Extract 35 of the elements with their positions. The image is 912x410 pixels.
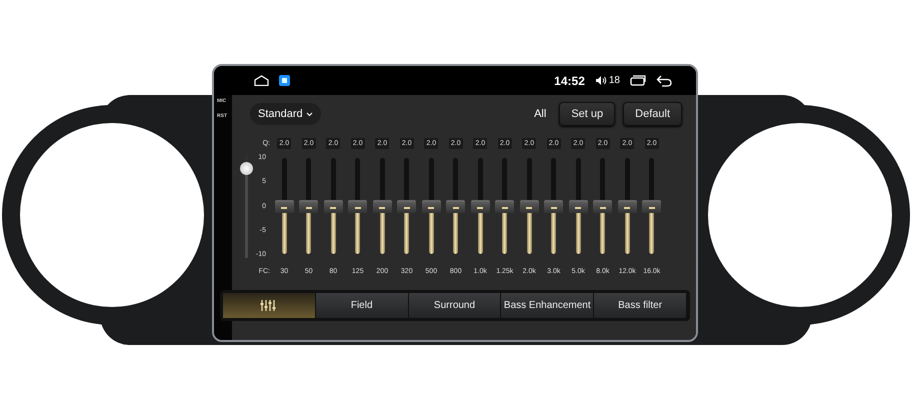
equalizer-icon — [260, 299, 278, 312]
slider-thumb[interactable] — [324, 200, 343, 213]
slider-thumb[interactable] — [618, 200, 637, 213]
tab[interactable]: Surround — [408, 293, 502, 318]
slider-thumb[interactable] — [520, 200, 539, 213]
slider-thumb[interactable] — [642, 200, 662, 213]
slider-thumb[interactable] — [422, 200, 441, 213]
slider-thumb[interactable] — [299, 200, 318, 213]
slider-thumb[interactable] — [274, 200, 294, 213]
slider-thumb[interactable] — [372, 200, 392, 213]
all-label[interactable]: All — [534, 108, 546, 120]
speaker-icon — [594, 75, 607, 86]
slider-thumb[interactable] — [470, 200, 490, 213]
tab[interactable]: Bass filter — [594, 293, 687, 318]
home-icon[interactable] — [254, 75, 269, 86]
slider-thumb[interactable] — [446, 200, 466, 213]
slider-thumb[interactable] — [348, 200, 368, 213]
preset-dropdown[interactable]: Standard — [250, 103, 321, 125]
slider-thumb[interactable] — [495, 200, 514, 213]
equalizer-tab[interactable] — [223, 293, 316, 318]
master-slider-handle[interactable] — [240, 162, 253, 176]
default-button[interactable]: Default — [623, 102, 682, 126]
slider-thumb[interactable] — [544, 200, 564, 213]
app-icon[interactable] — [279, 75, 290, 86]
volume-level: 18 — [608, 75, 620, 86]
tab[interactable]: Field — [316, 293, 409, 318]
recent-apps-icon[interactable] — [630, 75, 646, 86]
slider-thumb[interactable] — [397, 200, 416, 213]
clock-time: 14:52 — [554, 74, 585, 88]
chevron-down-icon — [306, 112, 313, 116]
setup-button[interactable]: Set up — [559, 102, 616, 126]
back-icon[interactable] — [656, 74, 672, 86]
slider-thumb[interactable] — [593, 200, 612, 213]
slider-thumb[interactable] — [568, 200, 588, 213]
tab[interactable]: Bass Enhancement — [501, 293, 594, 318]
